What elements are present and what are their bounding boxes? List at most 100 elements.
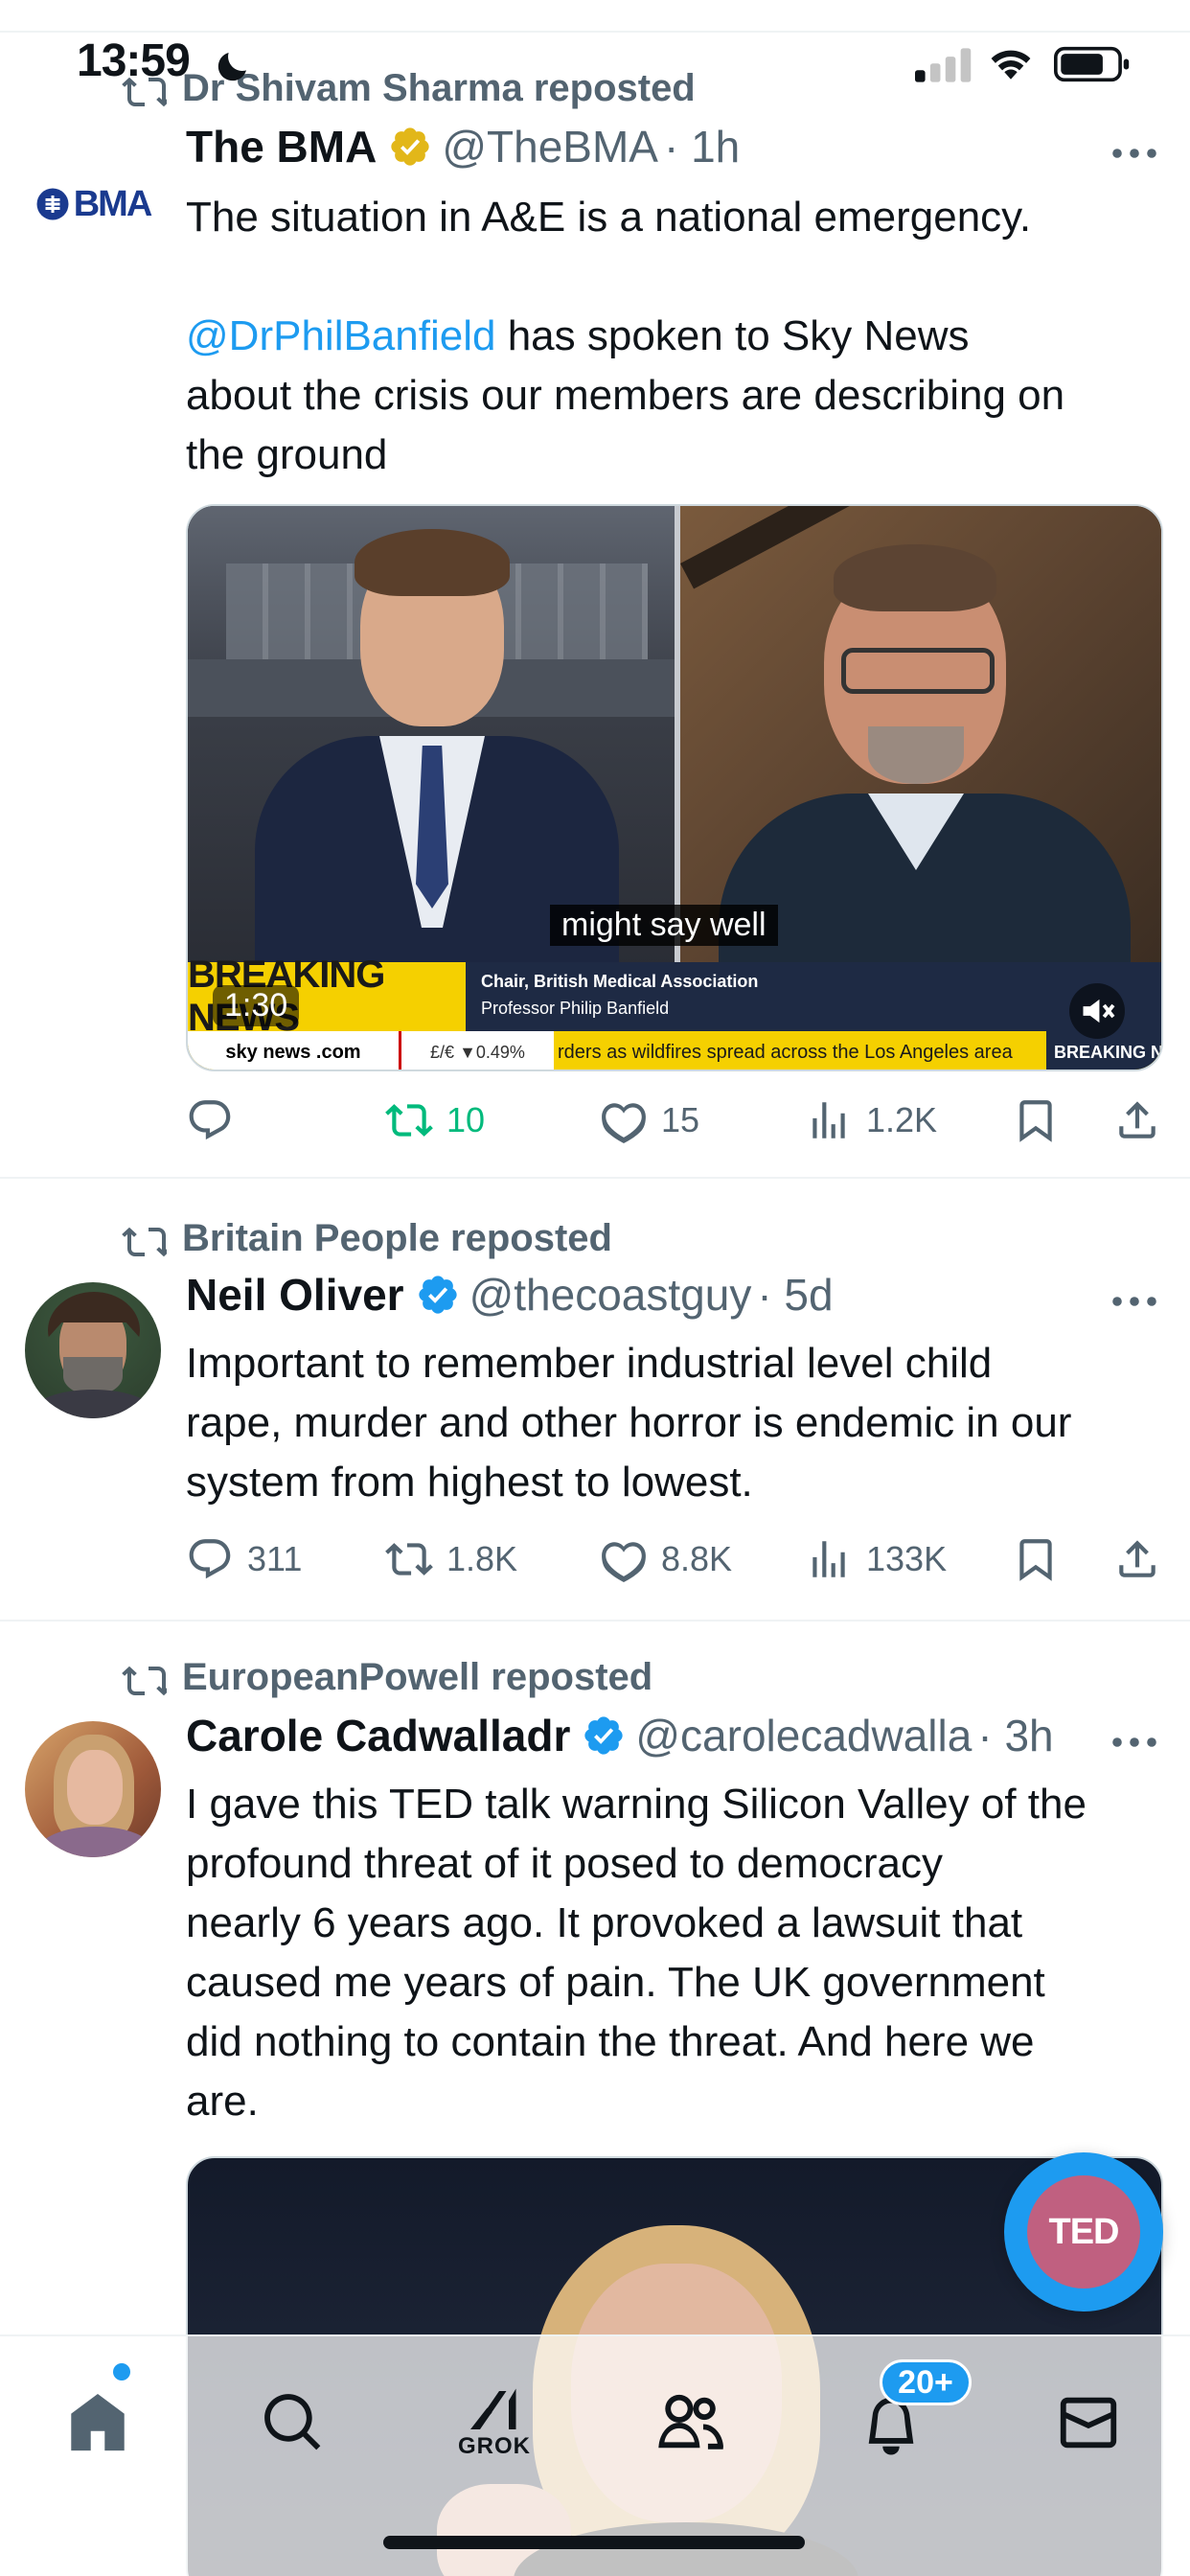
post-text-line: profound threat of it posed to democracy xyxy=(186,1840,944,1887)
handle[interactable]: @carolecadwalla xyxy=(635,1710,972,1761)
repost-icon xyxy=(122,1227,167,1256)
display-name[interactable]: Neil Oliver xyxy=(186,1269,404,1321)
battery-icon xyxy=(1054,46,1130,82)
post-text-line: caused me years of pain. The UK governme… xyxy=(186,1959,1045,2006)
post-text: I gave this TED talk warning Silicon Val… xyxy=(186,1775,1159,2131)
bookmark-icon[interactable] xyxy=(1012,1535,1060,1583)
avatar-face xyxy=(67,1750,123,1825)
post-text-line: The situation in A&E is a national emerg… xyxy=(186,194,1032,241)
post-text-line: I gave this TED talk warning Silicon Val… xyxy=(186,1781,1087,1828)
video-player[interactable]: might say well BREAKING NEWS Chair, Brit… xyxy=(186,504,1163,1071)
grok-label: GROK xyxy=(458,2433,531,2459)
nav-grok[interactable]: GROK xyxy=(446,2363,542,2478)
avatar[interactable]: BMA xyxy=(25,136,161,272)
post-header: The BMA @TheBMA · 1h xyxy=(186,121,1152,172)
views-icon xyxy=(812,1541,845,1577)
share-icon[interactable] xyxy=(1113,1535,1161,1583)
bookmark-icon[interactable] xyxy=(1012,1096,1060,1144)
post-text-line: rape, murder and other horror is endemic… xyxy=(186,1399,1072,1446)
market-label: £/€ ▼0.49% xyxy=(399,1031,554,1070)
video-subtitle: might say well xyxy=(550,905,778,946)
search-icon xyxy=(264,2394,321,2450)
repost-label: Britain People reposted xyxy=(182,1217,612,1259)
mention-link[interactable]: @DrPhilBanfield xyxy=(186,312,495,359)
post-text-line: Important to remember industrial level c… xyxy=(186,1340,993,1387)
nav-communities[interactable] xyxy=(644,2375,740,2471)
status-time: 13:59 xyxy=(77,35,191,86)
verified-gold-icon[interactable] xyxy=(388,125,432,169)
post-text: Important to remember industrial level c… xyxy=(186,1334,1159,1512)
bma-logo-icon xyxy=(36,188,69,220)
guest-glasses xyxy=(841,648,995,694)
repost-button[interactable]: 10 xyxy=(385,1096,485,1144)
handle[interactable]: @TheBMA xyxy=(442,121,658,172)
display-name[interactable]: Carole Cadwalladr xyxy=(186,1710,570,1761)
post-actions: 311 1.8K 8.8K 133K xyxy=(186,1535,1163,1593)
repost-icon xyxy=(122,1666,167,1695)
more-options-icon[interactable] xyxy=(1111,148,1157,159)
nav-home[interactable] xyxy=(50,2375,146,2471)
repost-count: 10 xyxy=(446,1100,486,1139)
floating-media-button[interactable]: TED xyxy=(1004,2152,1163,2312)
post-header: Carole Cadwalladr @carolecadwalla · 3h xyxy=(186,1710,1152,1761)
verified-blue-icon[interactable] xyxy=(582,1714,626,1758)
views-count: 133K xyxy=(866,1539,948,1578)
post-time[interactable]: · 5d xyxy=(757,1269,833,1321)
post-text: The situation in A&E is a national emerg… xyxy=(186,188,1159,485)
post-bma[interactable]: Dr Shivam Sharma reposted BMA The BMA @T… xyxy=(0,33,1190,1179)
views-icon xyxy=(812,1102,845,1138)
post-text-line: system from highest to lowest. xyxy=(186,1459,753,1506)
like-count: 8.8K xyxy=(661,1539,733,1578)
post-text-line: the ground xyxy=(186,431,388,478)
repost-context[interactable]: EuropeanPowell reposted xyxy=(121,1656,652,1699)
post-text-line: about the crisis our members are describ… xyxy=(186,372,1065,419)
anchor-hair xyxy=(355,529,510,596)
reply-button[interactable]: 311 xyxy=(186,1535,302,1583)
views-button[interactable]: 1.2K xyxy=(805,1096,937,1144)
post-time[interactable]: · 3h xyxy=(977,1710,1053,1761)
post-text-line: are. xyxy=(186,2078,259,2125)
repost-button[interactable]: 1.8K xyxy=(385,1535,517,1583)
home-unread-dot xyxy=(113,2363,130,2380)
moon-icon xyxy=(217,53,246,81)
channel-label: sky news .com xyxy=(188,1031,399,1070)
like-button[interactable]: 15 xyxy=(600,1096,699,1144)
like-button[interactable]: 8.8K xyxy=(600,1535,732,1583)
guest-beard xyxy=(868,726,964,784)
wifi-icon xyxy=(991,50,1031,80)
reply-icon xyxy=(189,1100,231,1140)
nav-messages[interactable] xyxy=(1041,2375,1136,2471)
home-indicator[interactable] xyxy=(383,2536,805,2549)
reply-button[interactable] xyxy=(186,1096,247,1144)
post-text-line: did nothing to contain the threat. And h… xyxy=(186,2018,1035,2065)
like-count: 15 xyxy=(661,1100,700,1139)
avatar[interactable] xyxy=(25,1721,161,1857)
more-options-icon[interactable] xyxy=(1111,1736,1157,1748)
grok-icon xyxy=(470,2388,516,2429)
repost-label: EuropeanPowell reposted xyxy=(182,1656,653,1698)
ted-badge: TED xyxy=(1027,2175,1140,2288)
mute-icon[interactable] xyxy=(1069,983,1125,1039)
share-icon[interactable] xyxy=(1113,1096,1161,1144)
heart-icon xyxy=(602,1542,646,1582)
home-icon xyxy=(71,2393,125,2451)
repost-context[interactable]: Britain People reposted xyxy=(121,1217,612,1260)
handle[interactable]: @thecoastguy xyxy=(469,1269,752,1321)
video-right-pane xyxy=(680,506,1161,976)
display-name[interactable]: The BMA xyxy=(186,121,377,172)
post-text-segment: has spoken to Sky News xyxy=(495,312,970,359)
post-neil-oliver[interactable]: Britain People reposted Neil Oliver @the… xyxy=(0,1179,1190,1622)
avatar-shirt xyxy=(31,1390,155,1418)
guest-hair xyxy=(834,544,996,611)
post-actions: 10 15 1.2K xyxy=(186,1096,1163,1154)
verified-blue-icon[interactable] xyxy=(416,1273,460,1317)
views-button[interactable]: 133K xyxy=(805,1535,947,1583)
more-options-icon[interactable] xyxy=(1111,1296,1157,1307)
avatar[interactable] xyxy=(25,1282,161,1418)
video-duration: 1:30 xyxy=(213,985,300,1026)
status-bar: 13:59 xyxy=(0,0,1190,125)
nav-search[interactable] xyxy=(245,2375,341,2471)
communities-icon xyxy=(658,2394,723,2450)
post-time[interactable]: · 1h xyxy=(664,121,740,172)
post-text-line: nearly 6 years ago. It provoked a lawsui… xyxy=(186,1899,1023,1946)
